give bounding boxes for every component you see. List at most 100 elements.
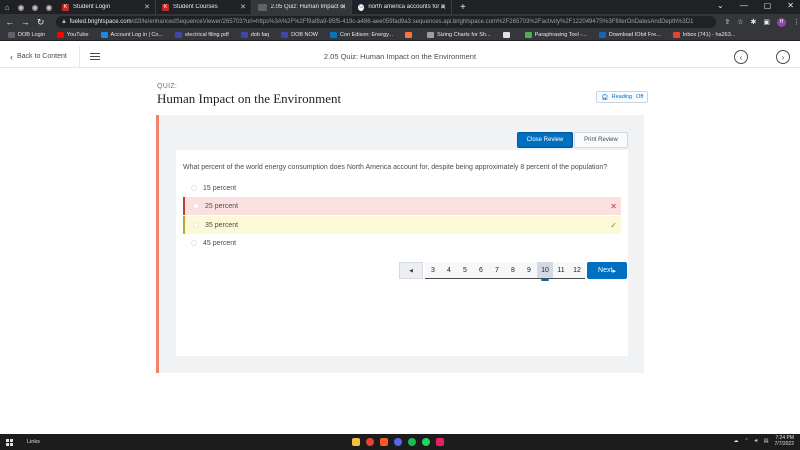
tab-student-login[interactable]: K Student Login ✕: [56, 0, 156, 14]
page-button-3[interactable]: 3: [425, 262, 441, 279]
discord-icon[interactable]: [394, 438, 402, 446]
bookmark-item[interactable]: YouTube: [56, 32, 89, 38]
tray-chevron-icon[interactable]: ⌃: [744, 438, 748, 444]
new-tab-button[interactable]: +: [460, 2, 466, 13]
page-button-12[interactable]: 12: [569, 262, 585, 279]
maximize-icon[interactable]: ▢: [764, 1, 772, 10]
print-review-button[interactable]: Print Review: [574, 132, 628, 148]
previous-topic-button[interactable]: ‹: [734, 50, 748, 64]
back-label: Back to Content: [17, 53, 67, 60]
headphones-icon: 🎧︎: [601, 94, 609, 101]
answer-option-2[interactable]: 25 percent ✕: [183, 197, 621, 215]
windows-start-icon[interactable]: [6, 438, 13, 446]
share-icon[interactable]: ⇪: [724, 18, 730, 26]
system-tray: ☁ ⌃ 🔊︎ ▤ 7:24 PM 7/7/2022: [733, 435, 794, 447]
close-review-button[interactable]: Close Review: [517, 132, 573, 148]
radio-button[interactable]: [191, 240, 197, 246]
reading-list-icon[interactable]: ▣: [763, 18, 770, 26]
lock-icon: 🔒︎: [62, 18, 66, 25]
answer-option-3[interactable]: 35 percent ✓: [183, 216, 621, 234]
page-button-6[interactable]: 6: [473, 262, 489, 279]
radio-button[interactable]: [193, 222, 199, 228]
volume-icon[interactable]: 🔊︎: [755, 438, 758, 444]
bookmark-item[interactable]: dob faq: [240, 32, 269, 38]
bookmark-star-icon[interactable]: ☆: [737, 18, 743, 26]
radio-button[interactable]: [193, 203, 199, 209]
browser-tab-strip: ⌂ ◉ ◉ ◉ K Student Login ✕ K Student Cour…: [0, 0, 800, 14]
reload-icon[interactable]: ↻: [35, 17, 46, 28]
close-tab-icon[interactable]: ✕: [144, 3, 150, 11]
spotify-icon[interactable]: [408, 438, 416, 446]
bookmark-item[interactable]: Paraphrasing Tool -...: [524, 32, 587, 38]
previous-page-button[interactable]: ◀: [399, 262, 423, 279]
bookmark-item[interactable]: [405, 32, 415, 38]
bookmark-item[interactable]: electrical filing pdf: [175, 32, 229, 38]
bookmark-label: DOB Login: [18, 32, 45, 38]
chrome-icon[interactable]: [366, 438, 374, 446]
forward-arrow-icon[interactable]: →: [19, 17, 30, 27]
weather-icon[interactable]: ☁: [733, 438, 738, 444]
tab-icon-1[interactable]: ◉: [14, 0, 28, 14]
whatsapp-icon[interactable]: [422, 438, 430, 446]
menu-icon[interactable]: ⌂: [0, 0, 14, 14]
file-explorer-icon[interactable]: [352, 438, 360, 446]
tab-icon-2[interactable]: ◉: [28, 0, 42, 14]
clock[interactable]: 7:24 PM 7/7/2022: [775, 435, 794, 447]
page-button-11[interactable]: 11: [553, 262, 569, 279]
bookmark-item[interactable]: DOB NOW: [281, 32, 318, 38]
bookmark-item[interactable]: Inbox (741) - ha263...: [672, 32, 735, 38]
profile-avatar[interactable]: H: [776, 17, 786, 27]
radio-button[interactable]: [191, 185, 197, 191]
bookmark-item[interactable]: Sizing Charts for Sh...: [427, 32, 491, 38]
quiz-title: Human Impact on the Environment: [157, 91, 342, 106]
kebab-menu-icon[interactable]: ⋮: [793, 18, 800, 26]
bookmark-item[interactable]: Con Edison: Energy...: [330, 32, 393, 38]
minimize-icon[interactable]: —: [740, 1, 748, 10]
bookmark-icon: [281, 32, 289, 38]
taskbar-apps: [352, 438, 444, 446]
page-button-9[interactable]: 9: [521, 262, 537, 279]
next-topic-button[interactable]: ›: [776, 50, 790, 64]
triangle-left-icon: ◀: [409, 267, 413, 274]
page-button-10[interactable]: 10: [537, 262, 553, 281]
close-window-icon[interactable]: ✕: [787, 1, 794, 10]
page-button-7[interactable]: 7: [489, 262, 505, 279]
url-field[interactable]: 🔒︎ fueled.brightspace.com /d2l/le/enhanc…: [56, 16, 717, 28]
bookmark-item[interactable]: DOB Login: [8, 32, 45, 38]
tab-search-icon[interactable]: ⌄: [717, 1, 724, 10]
tab-quiz[interactable]: 2.05 Quiz: Human Impact on the ✕: [252, 0, 352, 14]
bookmark-item[interactable]: [502, 32, 513, 38]
page-button-5[interactable]: 5: [457, 262, 473, 279]
bookmark-icon: [240, 32, 248, 38]
bookmark-icon: [598, 32, 606, 38]
chevron-left-icon: ‹: [10, 51, 13, 62]
reading-toggle[interactable]: 🎧︎ Reading Off: [596, 91, 649, 103]
tab-label: Student Login: [73, 4, 111, 10]
next-button[interactable]: Next ▸: [587, 262, 627, 279]
back-arrow-icon[interactable]: ←: [4, 17, 15, 27]
table-of-contents-icon[interactable]: [89, 53, 100, 60]
tab-google-search[interactable]: G north america accounts for appr ✕: [352, 0, 452, 14]
close-tab-icon[interactable]: ✕: [240, 3, 246, 11]
incorrect-x-icon: ✕: [610, 201, 617, 211]
close-tab-icon[interactable]: ✕: [340, 3, 346, 11]
app-icon[interactable]: [380, 438, 388, 446]
network-icon[interactable]: ▤: [764, 438, 769, 444]
nav-title: 2.05 Quiz: Human Impact on the Environme…: [323, 52, 477, 61]
extensions-icon[interactable]: ✱: [750, 18, 756, 26]
tab-icon-3[interactable]: ◉: [42, 0, 56, 14]
close-tab-icon[interactable]: ✕: [440, 3, 446, 11]
bookmark-item[interactable]: Download IObit Fre...: [598, 32, 661, 38]
answer-option-1[interactable]: 15 percent: [183, 179, 621, 197]
tab-student-courses[interactable]: K Student Courses ✕: [156, 0, 252, 14]
page-button-8[interactable]: 8: [505, 262, 521, 279]
question-pagination: ◀ 3 4 5 6 7 8 9 10 11 12 Next ▸: [399, 262, 627, 281]
back-to-content-link[interactable]: ‹ Back to Content: [10, 52, 67, 62]
page-button-4[interactable]: 4: [441, 262, 457, 279]
tab-label: 2.05 Quiz: Human Impact on the: [270, 4, 345, 10]
option-label: 25 percent: [205, 202, 239, 210]
answer-option-4[interactable]: 45 percent: [183, 234, 621, 252]
bookmark-item[interactable]: Account Log in | Co...: [100, 32, 163, 38]
app-icon[interactable]: [436, 438, 444, 446]
taskbar-links-label[interactable]: Links: [27, 439, 40, 445]
